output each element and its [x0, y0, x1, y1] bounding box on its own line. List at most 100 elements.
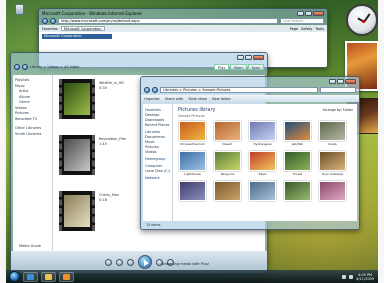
shuffle-icon[interactable]	[104, 258, 112, 266]
folder-icon	[45, 273, 52, 280]
taskbar: 4:05 PM 4/11/2009	[6, 270, 378, 283]
arrange-by-dropdown[interactable]: Arrange by: Folder	[323, 108, 353, 112]
picture-thumbnail[interactable]: Chrysanthemum	[178, 121, 207, 146]
ie-site-bar: Microsoft Corporation	[42, 34, 112, 39]
clock-time: 4:05 PM	[357, 272, 373, 277]
picture-thumbnail[interactable]: Tulips	[248, 151, 277, 176]
forward-button[interactable]	[22, 64, 28, 70]
picture-caption: Koala	[328, 142, 337, 146]
tab-burn[interactable]: Burn	[230, 64, 247, 70]
previous-icon[interactable]	[126, 258, 134, 266]
recycle-bin[interactable]	[12, 4, 26, 24]
slide-show-button[interactable]: Slide show	[188, 97, 207, 101]
ie-search-input[interactable]: Live Search	[280, 18, 324, 24]
video-duration: 0:18	[99, 198, 107, 202]
taskbar-ie-button[interactable]	[23, 271, 38, 282]
library-subtitle: Sample Pictures	[178, 114, 205, 118]
ie-title: Microsoft Corporation - Windows Internet…	[42, 10, 143, 16]
taskbar-explorer-button[interactable]	[41, 271, 56, 282]
favorites-button[interactable]: Favorites	[42, 27, 58, 31]
thumbnail-grid: Chrysanthemum Desert Hydrangeas Jellyfish Ko…	[178, 121, 352, 206]
picture-thumbnail[interactable]: Oryx Antelope	[318, 151, 347, 176]
recycle-bin-icon	[14, 4, 24, 15]
picture-thumbnail[interactable]	[213, 181, 242, 206]
video-thumbnail	[59, 135, 95, 175]
ie-tab[interactable]: Microsoft Corporation	[60, 26, 105, 31]
clock[interactable]: 4:05 PM 4/11/2009	[356, 273, 374, 281]
tab-play[interactable]: Play	[214, 64, 230, 70]
video-thumbnail	[59, 79, 95, 119]
nav-videos[interactable]: Videos	[145, 150, 170, 155]
new-folder-button[interactable]: New folder	[212, 97, 231, 101]
pictures-window[interactable]: Libraries > Pictures > Sample Pictures O…	[140, 76, 360, 230]
picture-thumbnail[interactable]: Jellyfish	[283, 121, 312, 146]
pictures-address-bar[interactable]: Libraries > Pictures > Sample Pictures	[160, 87, 318, 93]
maximize-button[interactable]	[337, 78, 344, 84]
network-icon[interactable]	[342, 274, 347, 279]
back-button[interactable]	[14, 64, 20, 70]
video-duration: 0:30	[99, 86, 107, 90]
nav-item-smith-libraries[interactable]: Smith Libraries	[15, 132, 50, 138]
minimize-button[interactable]	[329, 78, 336, 84]
maximize-button[interactable]	[305, 10, 312, 16]
safety-menu[interactable]: Safety	[301, 27, 312, 31]
start-button[interactable]	[9, 271, 20, 282]
play-button[interactable]	[137, 255, 152, 269]
picture-thumbnail[interactable]: Koala	[318, 121, 347, 146]
picture-caption: Hydrangeas	[253, 142, 272, 146]
picture-image	[319, 181, 346, 201]
close-button[interactable]	[345, 78, 356, 84]
picture-caption: Tulips	[258, 172, 267, 176]
ie-address-bar[interactable]: http://www.microsoft.com/en/us/default.a…	[58, 18, 278, 24]
volume-icon[interactable]	[349, 274, 354, 279]
close-button[interactable]	[253, 54, 264, 60]
forward-button[interactable]	[152, 87, 158, 93]
back-button[interactable]	[42, 18, 48, 24]
ie-icon	[27, 273, 34, 280]
picture-image	[179, 181, 206, 201]
picture-thumbnail[interactable]: Hydrangeas	[248, 121, 277, 146]
picture-caption: Jellyfish	[291, 142, 304, 146]
back-button[interactable]	[144, 87, 150, 93]
picture-caption: Penguins	[220, 172, 235, 176]
breadcrumb[interactable]: Library > Videos > All Video	[30, 65, 212, 69]
nav-local-disk[interactable]: Local Disk (C:)	[145, 169, 170, 174]
stop-icon[interactable]	[115, 258, 123, 266]
minimize-button[interactable]	[237, 54, 244, 60]
picture-thumbnail[interactable]	[318, 181, 347, 206]
organize-button[interactable]: Organize	[144, 97, 160, 101]
picture-image	[284, 181, 311, 201]
taskbar-media-player-button[interactable]	[59, 271, 74, 282]
picture-thumbnail[interactable]: Penguins	[213, 151, 242, 176]
tools-menu[interactable]: Tools	[315, 27, 324, 31]
picture-thumbnail[interactable]: Lighthouse	[178, 151, 207, 176]
ie-titlebar[interactable]: Microsoft Corporation - Windows Internet…	[39, 9, 327, 17]
picture-image	[214, 151, 241, 171]
nav-homegroup[interactable]: Homegroup	[145, 157, 170, 162]
pictures-search-input[interactable]	[320, 87, 356, 93]
tab-sync[interactable]: Sync	[247, 64, 264, 70]
picture-thumbnail[interactable]	[248, 181, 277, 206]
nav-network[interactable]: Network	[145, 176, 170, 181]
minimize-button[interactable]	[297, 10, 304, 16]
picture-image	[249, 181, 276, 201]
media-player-titlebar[interactable]	[11, 53, 267, 61]
picture-thumbnail[interactable]: Desert	[213, 121, 242, 146]
maximize-button[interactable]	[245, 54, 252, 60]
system-tray: 4:05 PM 4/11/2009	[342, 273, 378, 281]
pictures-titlebar[interactable]	[141, 77, 359, 85]
picture-thumbnail[interactable]: Forest	[283, 151, 312, 176]
pictures-content: Pictures library Sample Pictures Arrange…	[173, 104, 357, 221]
picture-image	[179, 121, 206, 141]
clock-gadget[interactable]	[346, 4, 378, 36]
nav-recent-places[interactable]: Recent Places	[145, 123, 170, 128]
close-button[interactable]	[313, 10, 324, 16]
status-text: Streaming media with Plus!	[161, 262, 210, 266]
page-menu[interactable]: Page	[290, 27, 298, 31]
picture-image	[284, 151, 311, 171]
share-with-button[interactable]: Share with	[165, 97, 184, 101]
forward-button[interactable]	[50, 18, 56, 24]
picture-thumbnail[interactable]	[178, 181, 207, 206]
picture-thumbnail[interactable]	[283, 181, 312, 206]
media-guide-link[interactable]: Media Guide	[19, 244, 41, 248]
